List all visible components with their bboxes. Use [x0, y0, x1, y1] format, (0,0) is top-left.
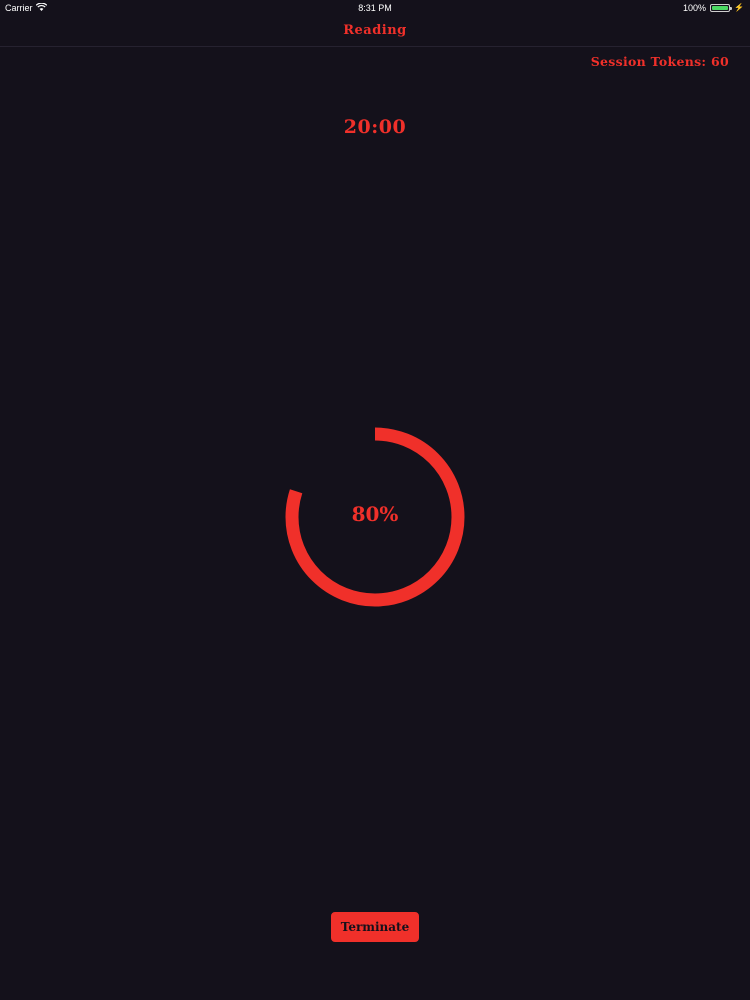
- status-bar: Carrier 8:31 PM 100% ⚡: [0, 0, 750, 16]
- nav-bar: Reading: [0, 16, 750, 47]
- bolt-icon: ⚡: [734, 3, 744, 12]
- terminate-button[interactable]: Terminate: [331, 912, 419, 942]
- app-screen: Carrier 8:31 PM 100% ⚡ Reading Session T…: [0, 0, 750, 1000]
- timer-display: 20:00: [343, 116, 407, 138]
- status-right: 100% ⚡: [683, 3, 744, 13]
- battery-level: [712, 6, 729, 10]
- battery-icon: [710, 4, 733, 12]
- status-time: 8:31 PM: [358, 3, 392, 13]
- battery-percent: 100%: [683, 3, 707, 13]
- progress-percent: 80%: [351, 502, 399, 526]
- battery-tip: [730, 7, 733, 10]
- page-title: Reading: [343, 23, 407, 38]
- session-tokens-label: Session Tokens: 60: [590, 54, 729, 69]
- progress-ring: 80%: [283, 425, 467, 609]
